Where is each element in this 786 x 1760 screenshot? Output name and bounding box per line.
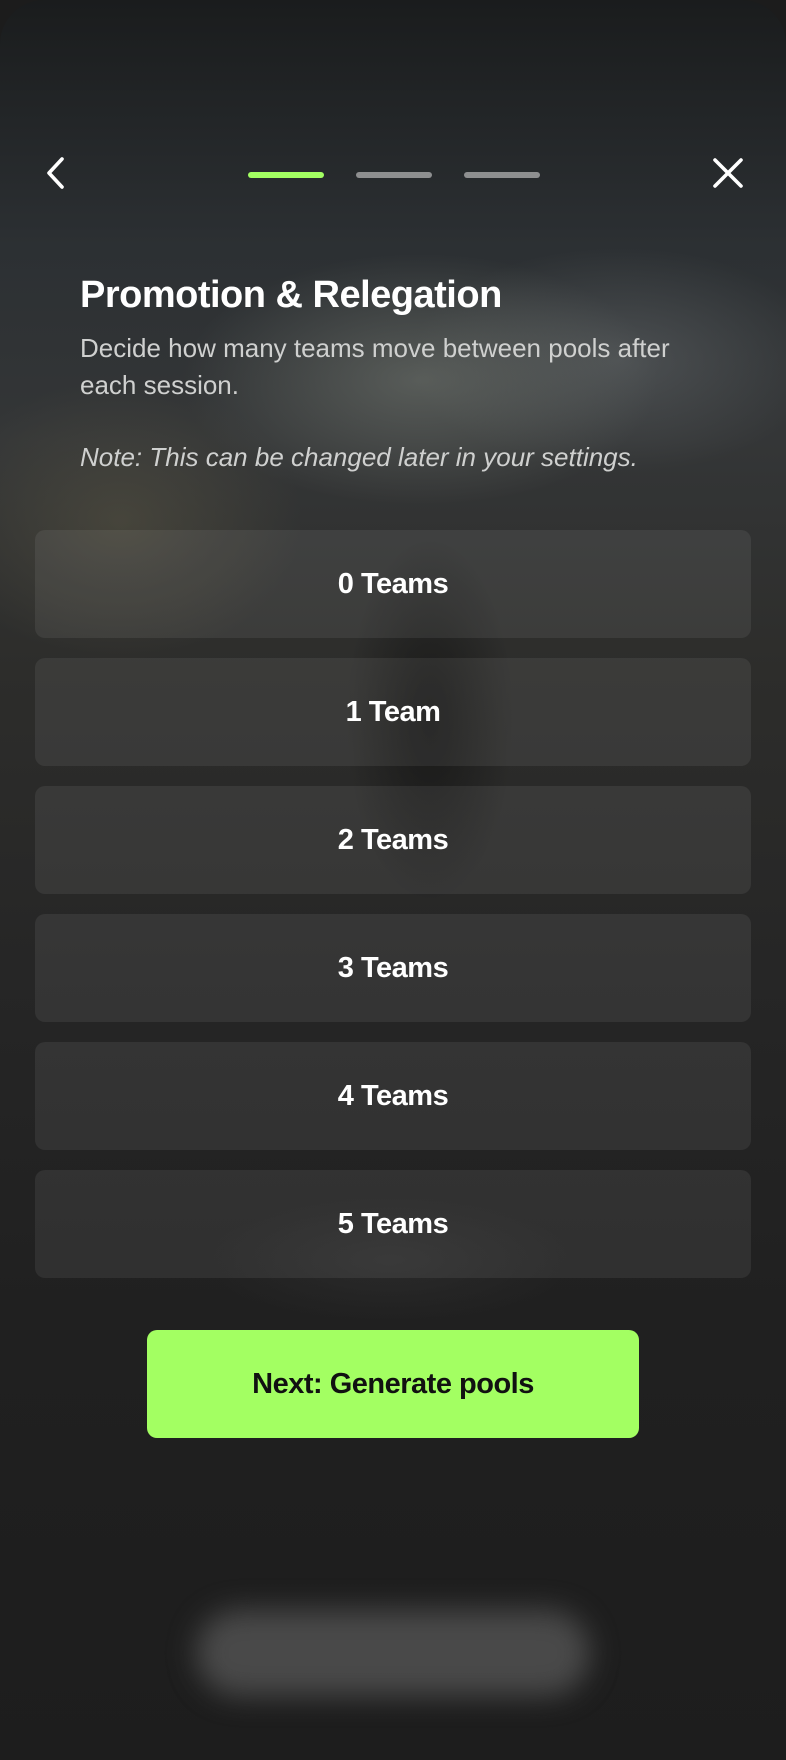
page-description: Decide how many teams move between pools… (80, 333, 670, 400)
option-5-teams[interactable]: 5 Teams (35, 1170, 751, 1278)
chevron-left-icon (47, 157, 64, 189)
option-4-teams[interactable]: 4 Teams (35, 1042, 751, 1150)
option-0-teams[interactable]: 0 Teams (35, 530, 751, 638)
blurred-background-element (196, 1610, 590, 1696)
next-generate-pools-button[interactable]: Next: Generate pools (147, 1330, 639, 1438)
progress-step-1 (248, 172, 324, 178)
close-button[interactable] (706, 150, 750, 196)
back-button[interactable] (36, 150, 76, 196)
option-3-teams[interactable]: 3 Teams (35, 914, 751, 1022)
page-title: Promotion & Relegation (80, 274, 502, 316)
promotion-relegation-screen: Promotion & Relegation Decide how many t… (0, 0, 786, 1760)
close-icon (713, 158, 743, 188)
option-2-teams[interactable]: 2 Teams (35, 786, 751, 894)
option-1-team[interactable]: 1 Team (35, 658, 751, 766)
progress-step-2 (356, 172, 432, 178)
team-count-options: 0 Teams 1 Team 2 Teams 3 Teams 4 Teams 5… (35, 530, 751, 1278)
settings-note: Note: This can be changed later in your … (80, 442, 638, 472)
progress-step-3 (464, 172, 540, 178)
step-progress-indicator (248, 172, 540, 178)
